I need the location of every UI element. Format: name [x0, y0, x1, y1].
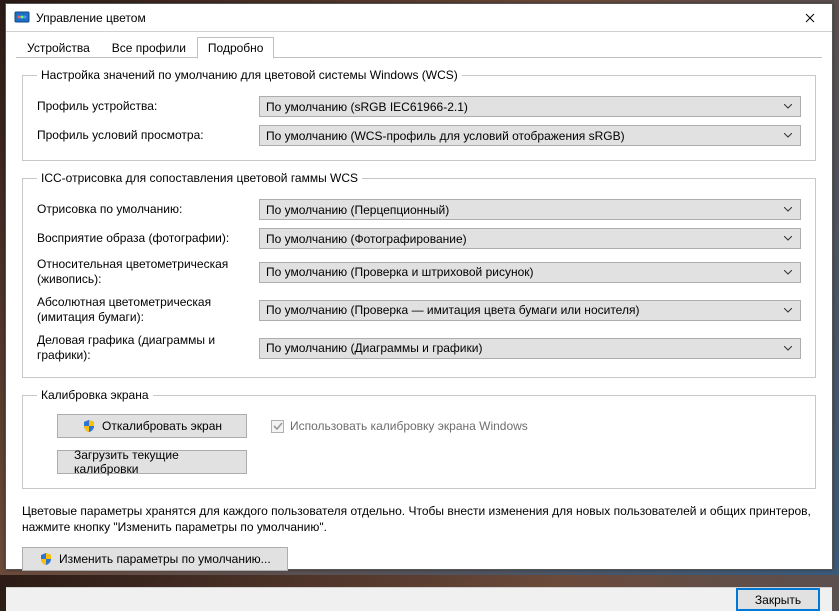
tab-page-advanced: Настройка значений по умолчанию для цвет… — [16, 58, 822, 577]
rel-colorimetric-value: По умолчанию (Проверка и штриховой рисун… — [266, 265, 780, 279]
business-graphics-value: По умолчанию (Диаграммы и графики) — [266, 341, 780, 355]
load-current-calibrations-button[interactable]: Загрузить текущие калибровки — [57, 450, 247, 474]
use-windows-calibration-checkbox: Использовать калибровку экрана Windows — [271, 419, 528, 433]
tab-devices[interactable]: Устройства — [16, 37, 101, 59]
tab-advanced[interactable]: Подробно — [197, 37, 275, 59]
business-graphics-label: Деловая графика (диаграммы и графики): — [37, 333, 259, 363]
chevron-down-icon — [780, 200, 796, 219]
viewing-conditions-select[interactable]: По умолчанию (WCS-профиль для условий от… — [259, 125, 801, 146]
group-icc-legend: ICC-отрисовка для сопоставления цветовой… — [37, 171, 362, 185]
titlebar: Управление цветом — [6, 4, 832, 32]
default-intent-value: По умолчанию (Перцепционный) — [266, 203, 780, 217]
abs-colorimetric-select[interactable]: По умолчанию (Проверка — имитация цвета … — [259, 300, 801, 321]
rel-colorimetric-label: Относительная цветометрическая (живопись… — [37, 257, 259, 287]
close-button-label: Закрыть — [755, 593, 801, 607]
default-intent-label: Отрисовка по умолчанию: — [37, 202, 259, 217]
app-icon — [14, 10, 30, 26]
group-icc-rendering: ICC-отрисовка для сопоставления цветовой… — [22, 171, 816, 378]
tabbar: Устройства Все профили Подробно — [16, 36, 822, 58]
chevron-down-icon — [780, 339, 796, 358]
device-profile-label: Профиль устройства: — [37, 99, 259, 114]
chevron-down-icon — [780, 263, 796, 282]
client-area: Устройства Все профили Подробно Настройк… — [6, 32, 832, 587]
chevron-down-icon — [780, 229, 796, 248]
perceptual-value: По умолчанию (Фотографирование) — [266, 232, 780, 246]
viewing-conditions-value: По умолчанию (WCS-профиль для условий от… — [266, 129, 780, 143]
perceptual-select[interactable]: По умолчанию (Фотографирование) — [259, 228, 801, 249]
group-calibration-legend: Калибровка экрана — [37, 388, 153, 402]
chevron-down-icon — [780, 126, 796, 145]
group-wcs-legend: Настройка значений по умолчанию для цвет… — [37, 68, 462, 82]
group-screen-calibration: Калибровка экрана Откалибр — [22, 388, 816, 489]
close-icon[interactable] — [787, 4, 832, 32]
rel-colorimetric-select[interactable]: По умолчанию (Проверка и штриховой рисун… — [259, 262, 801, 283]
viewing-conditions-label: Профиль условий просмотра: — [37, 128, 259, 143]
device-profile-select[interactable]: По умолчанию (sRGB IEC61966-2.1) — [259, 96, 801, 117]
abs-colorimetric-label: Абсолютная цветометрическая (имитация бу… — [37, 295, 259, 325]
tab-all-profiles[interactable]: Все профили — [101, 37, 197, 59]
checkbox-icon — [271, 420, 284, 433]
perceptual-label: Восприятие образа (фотографии): — [37, 231, 259, 246]
dialog-footer: Закрыть — [6, 587, 832, 611]
shield-icon — [39, 552, 53, 566]
use-windows-calibration-label: Использовать калибровку экрана Windows — [290, 419, 528, 433]
load-current-calibrations-label: Загрузить текущие калибровки — [74, 448, 230, 476]
close-button[interactable]: Закрыть — [736, 588, 820, 611]
business-graphics-select[interactable]: По умолчанию (Диаграммы и графики) — [259, 338, 801, 359]
group-wcs-defaults: Настройка значений по умолчанию для цвет… — [22, 68, 816, 161]
per-user-note: Цветовые параметры хранятся для каждого … — [22, 503, 816, 535]
abs-colorimetric-value: По умолчанию (Проверка — имитация цвета … — [266, 303, 780, 317]
shield-icon — [82, 419, 96, 433]
chevron-down-icon — [780, 97, 796, 116]
window-title: Управление цветом — [36, 11, 787, 25]
color-management-window: Управление цветом Устройства Все профили… — [5, 3, 833, 570]
calibrate-screen-button[interactable]: Откалибровать экран — [57, 414, 247, 438]
device-profile-value: По умолчанию (sRGB IEC61966-2.1) — [266, 100, 780, 114]
chevron-down-icon — [780, 301, 796, 320]
default-intent-select[interactable]: По умолчанию (Перцепционный) — [259, 199, 801, 220]
calibrate-screen-label: Откалибровать экран — [102, 419, 222, 433]
change-defaults-label: Изменить параметры по умолчанию... — [59, 552, 271, 566]
change-defaults-button[interactable]: Изменить параметры по умолчанию... — [22, 547, 288, 571]
